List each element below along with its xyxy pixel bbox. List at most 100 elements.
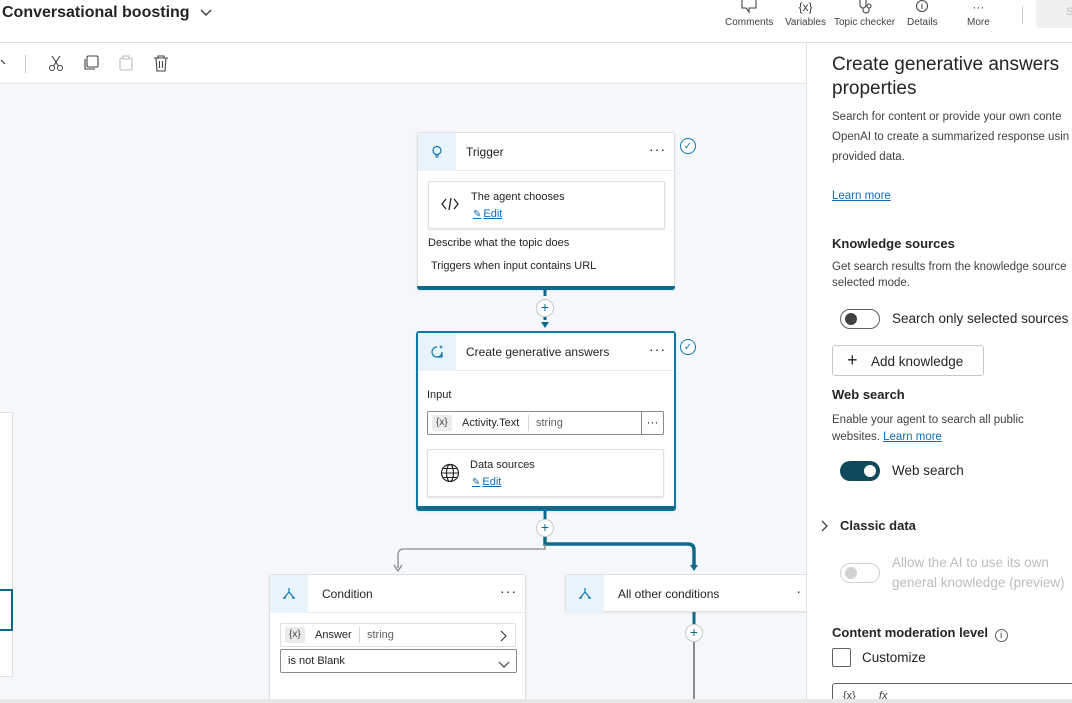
classic-data-heading[interactable]: Classic data (840, 518, 916, 533)
topic-canvas[interactable]: Trigger ··· The agent chooses ✎ Edit Desc… (0, 84, 806, 703)
details-button[interactable]: Details (907, 0, 938, 30)
more-button[interactable]: ··· More (967, 0, 990, 30)
trash-icon (154, 54, 168, 72)
input-variable-field[interactable]: {x} Activity.Text string ··· (427, 411, 664, 435)
pencil-icon: ✎ (473, 209, 482, 220)
panel-title: Create generative answers properties (832, 54, 1060, 99)
properties-panel: Create generative answers properties Sea… (806, 43, 1072, 703)
branch-icon (270, 575, 308, 613)
variables-label: Variables (785, 17, 826, 28)
content-moderation-heading: Content moderation level i (832, 625, 1008, 642)
operator-value: is not Blank (288, 655, 345, 667)
variables-button[interactable]: {x} Variables (785, 0, 826, 30)
more-icon: ··· (972, 0, 985, 14)
offscreen-node[interactable] (0, 412, 13, 677)
condition-variable-field[interactable]: {x} Answer string (280, 623, 516, 647)
chevron-down-icon[interactable] (498, 656, 510, 674)
variable-icon: {x} (285, 627, 305, 643)
trigger-more-button[interactable]: ··· (649, 141, 666, 157)
details-label: Details (907, 17, 938, 28)
condition-node-header: Condition ··· (270, 575, 525, 613)
generative-node-header: Create generative answers ··· (418, 333, 674, 371)
topic-title[interactable]: Conversational boosting (2, 4, 212, 22)
customize-label: Customize (862, 650, 926, 665)
web-learn-more-link[interactable]: Learn more (883, 431, 942, 443)
panel-description-line3: provided data. (832, 151, 905, 163)
chevron-right-icon[interactable] (499, 629, 507, 647)
agent-chooses-title: The agent chooses (471, 191, 565, 203)
trigger-description[interactable]: Triggers when input contains URL (431, 260, 596, 272)
variable-name: Activity.Text (462, 417, 520, 429)
checkmark-circle-icon: ✓ (680, 339, 696, 355)
trigger-title: Trigger (466, 145, 504, 159)
chevron-down-icon[interactable] (0, 53, 12, 73)
generative-more-button[interactable]: ··· (649, 341, 666, 357)
bottom-scrollbar-track (0, 699, 1072, 703)
topic-checker-button[interactable]: Topic checker (834, 0, 895, 30)
info-icon[interactable]: i (994, 629, 1008, 642)
globe-icon (440, 463, 460, 488)
chevron-down-icon[interactable] (200, 6, 212, 20)
web-search-toggle[interactable] (840, 461, 880, 481)
add-node-button[interactable]: + (685, 624, 703, 642)
input-label: Input (427, 389, 452, 401)
scissors-icon (48, 55, 64, 71)
generative-title: Create generative answers (466, 345, 610, 359)
learn-more-link[interactable]: Learn more (832, 190, 891, 202)
web-search-description-text: websites. (832, 431, 880, 443)
variable-more-button[interactable]: ··· (641, 412, 663, 434)
agent-chooses-edit-link[interactable]: ✎ Edit (473, 208, 502, 220)
topic-checker-label: Topic checker (834, 17, 896, 28)
customize-checkbox[interactable] (832, 648, 851, 667)
add-node-button[interactable]: + (536, 519, 554, 537)
comments-label: Comments (725, 17, 774, 28)
toolbar-divider (25, 55, 26, 73)
search-selected-sources-toggle[interactable] (840, 309, 880, 329)
data-sources-edit-link[interactable]: ✎ Edit (472, 476, 501, 488)
search-selected-sources-label: Search only selected sources (892, 311, 1069, 326)
variable-icon: {x} (432, 415, 452, 431)
paste-button[interactable] (116, 53, 136, 73)
delete-button[interactable] (151, 53, 171, 73)
condition-node[interactable]: Condition ··· {x} Answer string is not B… (269, 574, 526, 703)
other-conditions-node[interactable]: All other conditions · (565, 574, 806, 613)
data-sources-card[interactable]: Data sources ✎ Edit (427, 449, 664, 497)
canvas-toolbar (0, 43, 806, 84)
agent-chooses-card[interactable]: The agent chooses ✎ Edit (428, 181, 665, 229)
content-moderation-text: Content moderation level (832, 625, 989, 640)
plus-icon: + (847, 350, 858, 370)
trigger-node[interactable]: Trigger ··· The agent chooses ✎ Edit Desc… (417, 132, 675, 290)
condition-more-button[interactable]: ··· (500, 583, 517, 599)
knowledge-description-line2: selected mode. (832, 277, 910, 289)
code-icon (441, 196, 459, 217)
chat-sparkle-icon (418, 333, 456, 371)
save-button[interactable]: S (1036, 0, 1072, 28)
lightbulb-icon (418, 133, 456, 171)
general-knowledge-label-line2: general knowledge (preview) (892, 575, 1065, 590)
topic-title-text: Conversational boosting (2, 4, 190, 21)
chevron-right-icon[interactable] (820, 519, 828, 537)
cut-button[interactable] (46, 53, 66, 73)
web-search-toggle-label: Web search (892, 463, 964, 478)
web-search-description-line2: websites. Learn more (832, 429, 942, 445)
general-knowledge-label-line1: Allow the AI to use its own (892, 555, 1049, 570)
comments-button[interactable]: Comments (725, 0, 773, 30)
add-knowledge-label: Add knowledge (871, 354, 964, 369)
add-knowledge-button[interactable]: + Add knowledge (832, 345, 984, 376)
general-knowledge-toggle[interactable] (840, 563, 880, 583)
offscreen-selected-field[interactable] (0, 589, 13, 631)
save-label: S (1066, 6, 1072, 18)
copy-button[interactable] (81, 53, 101, 73)
variable-type: string (528, 415, 570, 431)
generative-answers-node[interactable]: Create generative answers ··· Input {x} … (416, 331, 676, 511)
panel-description-line1: Search for content or provide your own c… (832, 111, 1062, 123)
describe-label: Describe what the topic does (428, 237, 570, 249)
other-more-button[interactable]: · (796, 583, 802, 599)
other-node-header: All other conditions · (566, 575, 806, 613)
edit-label: Edit (482, 476, 502, 488)
paste-icon (119, 55, 133, 71)
edit-label: Edit (483, 208, 503, 220)
add-node-button[interactable]: + (536, 299, 554, 317)
panel-description-line2: OpenAI to create a summarized response u… (832, 131, 1070, 143)
condition-operator-dropdown[interactable]: is not Blank (280, 649, 517, 673)
